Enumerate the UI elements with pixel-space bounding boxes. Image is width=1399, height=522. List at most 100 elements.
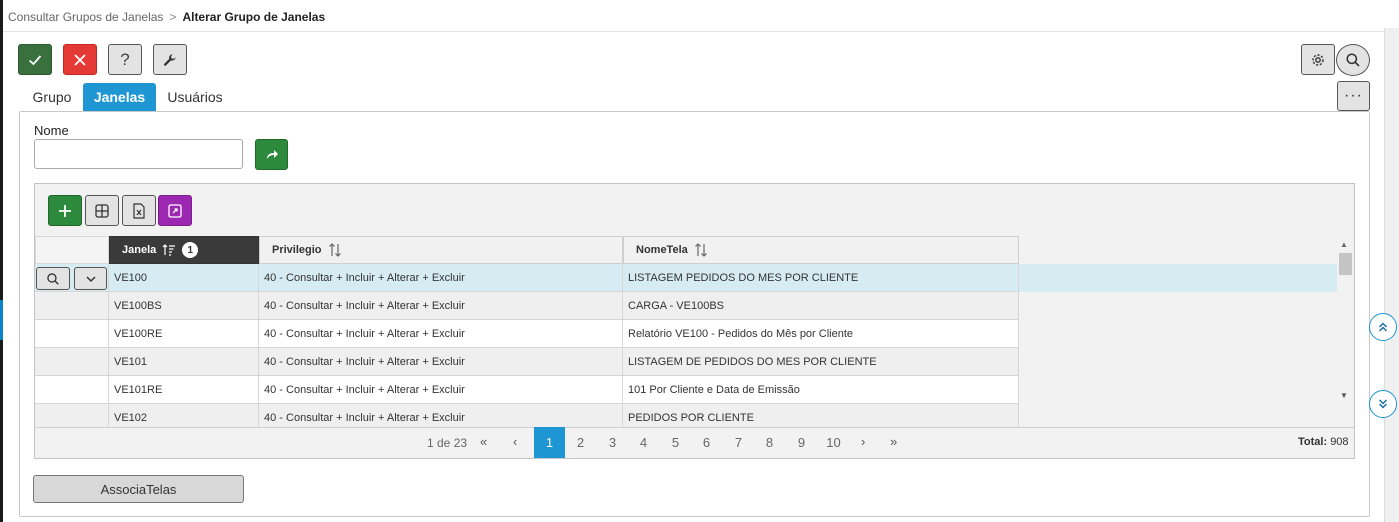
confirm-button[interactable] xyxy=(18,44,52,75)
sort-ascending-icon xyxy=(162,244,176,256)
cell-nometela[interactable]: CARGA - VE100BS xyxy=(623,292,1019,320)
cancel-button[interactable] xyxy=(63,44,97,75)
column-header-privilegio[interactable]: Privilegio xyxy=(259,236,623,264)
column-header-janela[interactable]: Janela 1 xyxy=(109,236,259,264)
column-header-label: Privilegio xyxy=(272,244,322,256)
prev-page-button[interactable]: ‹ xyxy=(513,434,517,449)
cell-janela[interactable]: VE100BS xyxy=(109,292,259,320)
breadcrumb: Consultar Grupos de Janelas > Alterar Grup… xyxy=(8,10,325,24)
nome-submit-button[interactable] xyxy=(255,139,288,170)
row-actions-cell xyxy=(35,348,109,376)
table-row[interactable]: VE100RE 40 - Consultar + Incluir + Alter… xyxy=(35,320,1337,348)
row-actions-cell xyxy=(35,264,109,292)
cell-privilegio[interactable]: 40 - Consultar + Incluir + Alterar + Exc… xyxy=(259,348,623,376)
left-edge-highlight xyxy=(0,300,3,340)
scrollbar-thumb[interactable] xyxy=(1339,253,1352,275)
scroll-up-arrow-icon[interactable]: ▲ xyxy=(1340,240,1348,249)
plus-icon xyxy=(59,204,71,217)
last-page-button[interactable]: » xyxy=(890,434,897,449)
export-excel-button[interactable] xyxy=(122,195,156,226)
table-row[interactable]: VE100BS 40 - Consultar + Incluir + Alter… xyxy=(35,292,1337,320)
page-button-7[interactable]: 7 xyxy=(723,427,754,458)
row-actions-cell xyxy=(35,376,109,404)
scroll-down-arrow-icon[interactable]: ▼ xyxy=(1340,391,1348,400)
cell-privilegio[interactable]: 40 - Consultar + Incluir + Alterar + Exc… xyxy=(259,404,623,427)
cell-janela[interactable]: VE101RE xyxy=(109,376,259,404)
cell-privilegio[interactable]: 40 - Consultar + Incluir + Alterar + Exc… xyxy=(259,264,623,292)
search-icon xyxy=(47,272,59,285)
associa-telas-button[interactable]: AssociaTelas xyxy=(33,475,244,503)
table-row[interactable]: VE101RE 40 - Consultar + Incluir + Alter… xyxy=(35,376,1337,404)
check-icon xyxy=(28,54,42,65)
chevron-down-icon xyxy=(85,275,96,282)
columns-button[interactable] xyxy=(85,195,119,226)
breadcrumb-parent-link[interactable]: Consultar Grupos de Janelas xyxy=(8,10,163,24)
scroll-top-button[interactable] xyxy=(1369,313,1397,341)
expand-icon xyxy=(168,203,182,218)
cell-janela[interactable]: VE101 xyxy=(109,348,259,376)
sort-order-badge: 1 xyxy=(182,242,199,258)
total-label: Total: xyxy=(1298,436,1328,448)
cell-janela[interactable]: VE100 xyxy=(109,264,259,292)
grid-columns-icon xyxy=(95,203,109,218)
column-header-label: NomeTela xyxy=(636,244,688,256)
app-window: Consultar Grupos de Janelas > Alterar Grup… xyxy=(0,0,1399,522)
row-expand-button[interactable] xyxy=(74,267,107,290)
cell-janela[interactable]: VE102 xyxy=(109,404,259,427)
gear-icon xyxy=(1312,53,1324,66)
help-button[interactable]: ? xyxy=(108,44,142,75)
page-button-9[interactable]: 9 xyxy=(786,427,817,458)
scroll-bottom-button[interactable] xyxy=(1369,390,1397,418)
first-page-button[interactable]: « xyxy=(480,434,487,449)
cell-privilegio[interactable]: 40 - Consultar + Incluir + Alterar + Exc… xyxy=(259,376,623,404)
ellipsis-icon: ··· xyxy=(1344,87,1363,104)
page-button-4[interactable]: 4 xyxy=(628,427,659,458)
cell-nometela[interactable]: LISTAGEM PEDIDOS DO MES POR CLIENTE xyxy=(623,264,1019,292)
table-row[interactable]: VE101 40 - Consultar + Incluir + Alterar… xyxy=(35,348,1337,376)
cell-nometela[interactable]: PEDIDOS POR CLIENTE xyxy=(623,404,1019,427)
breadcrumb-divider xyxy=(3,31,1384,32)
redo-arrow-icon xyxy=(266,149,278,159)
tools-button[interactable] xyxy=(153,44,187,75)
row-view-button[interactable] xyxy=(36,267,70,290)
total-value: 908 xyxy=(1330,436,1349,448)
tab-janelas[interactable]: Janelas xyxy=(83,83,156,111)
settings-button[interactable] xyxy=(1301,44,1335,75)
total-count: Total: 908 xyxy=(1298,436,1349,448)
add-row-button[interactable] xyxy=(48,195,82,226)
double-chevron-down-icon xyxy=(1378,399,1388,409)
wrench-icon xyxy=(163,53,176,66)
cell-nometela[interactable]: 101 Por Cliente e Data de Emissão xyxy=(623,376,1019,404)
cell-nometela[interactable]: Relatório VE100 - Pedidos do Mês por Cli… xyxy=(623,320,1019,348)
sort-icon xyxy=(328,243,341,257)
double-chevron-up-icon xyxy=(1378,322,1388,332)
nome-label: Nome xyxy=(34,123,69,138)
page-button-6[interactable]: 6 xyxy=(691,427,722,458)
tab-grupo[interactable]: Grupo xyxy=(24,83,80,111)
page-scrollbar[interactable] xyxy=(1384,28,1399,522)
cell-privilegio[interactable]: 40 - Consultar + Incluir + Alterar + Exc… xyxy=(259,292,623,320)
nome-input[interactable] xyxy=(34,139,243,169)
page-button-3[interactable]: 3 xyxy=(597,427,628,458)
page-button-8[interactable]: 8 xyxy=(754,427,785,458)
page-button-1[interactable]: 1 xyxy=(534,427,565,458)
page-button-10[interactable]: 10 xyxy=(818,427,849,458)
table-row[interactable]: VE102 40 - Consultar + Incluir + Alterar… xyxy=(35,404,1337,427)
page-button-5[interactable]: 5 xyxy=(660,427,691,458)
breadcrumb-current: Alterar Grupo de Janelas xyxy=(182,10,326,24)
cell-janela[interactable]: VE100RE xyxy=(109,320,259,348)
cell-privilegio[interactable]: 40 - Consultar + Incluir + Alterar + Exc… xyxy=(259,320,623,348)
cell-nometela[interactable]: LISTAGEM DE PEDIDOS DO MES POR CLIENTE xyxy=(623,348,1019,376)
table-row[interactable]: VE100 40 - Consultar + Incluir + Alterar… xyxy=(35,264,1337,292)
page-button-2[interactable]: 2 xyxy=(565,427,596,458)
more-options-button[interactable]: ··· xyxy=(1337,81,1370,111)
breadcrumb-separator: > xyxy=(169,10,177,24)
tab-usuarios[interactable]: Usuários xyxy=(160,83,230,111)
row-actions-cell xyxy=(35,320,109,348)
page-info: 1 de 23 xyxy=(427,436,468,450)
column-header-nometela[interactable]: NomeTela xyxy=(623,236,1019,264)
search-button[interactable] xyxy=(1336,44,1370,76)
next-page-button[interactable]: › xyxy=(861,434,865,449)
column-header-label: Janela xyxy=(122,244,157,256)
expand-grid-button[interactable] xyxy=(158,195,192,226)
